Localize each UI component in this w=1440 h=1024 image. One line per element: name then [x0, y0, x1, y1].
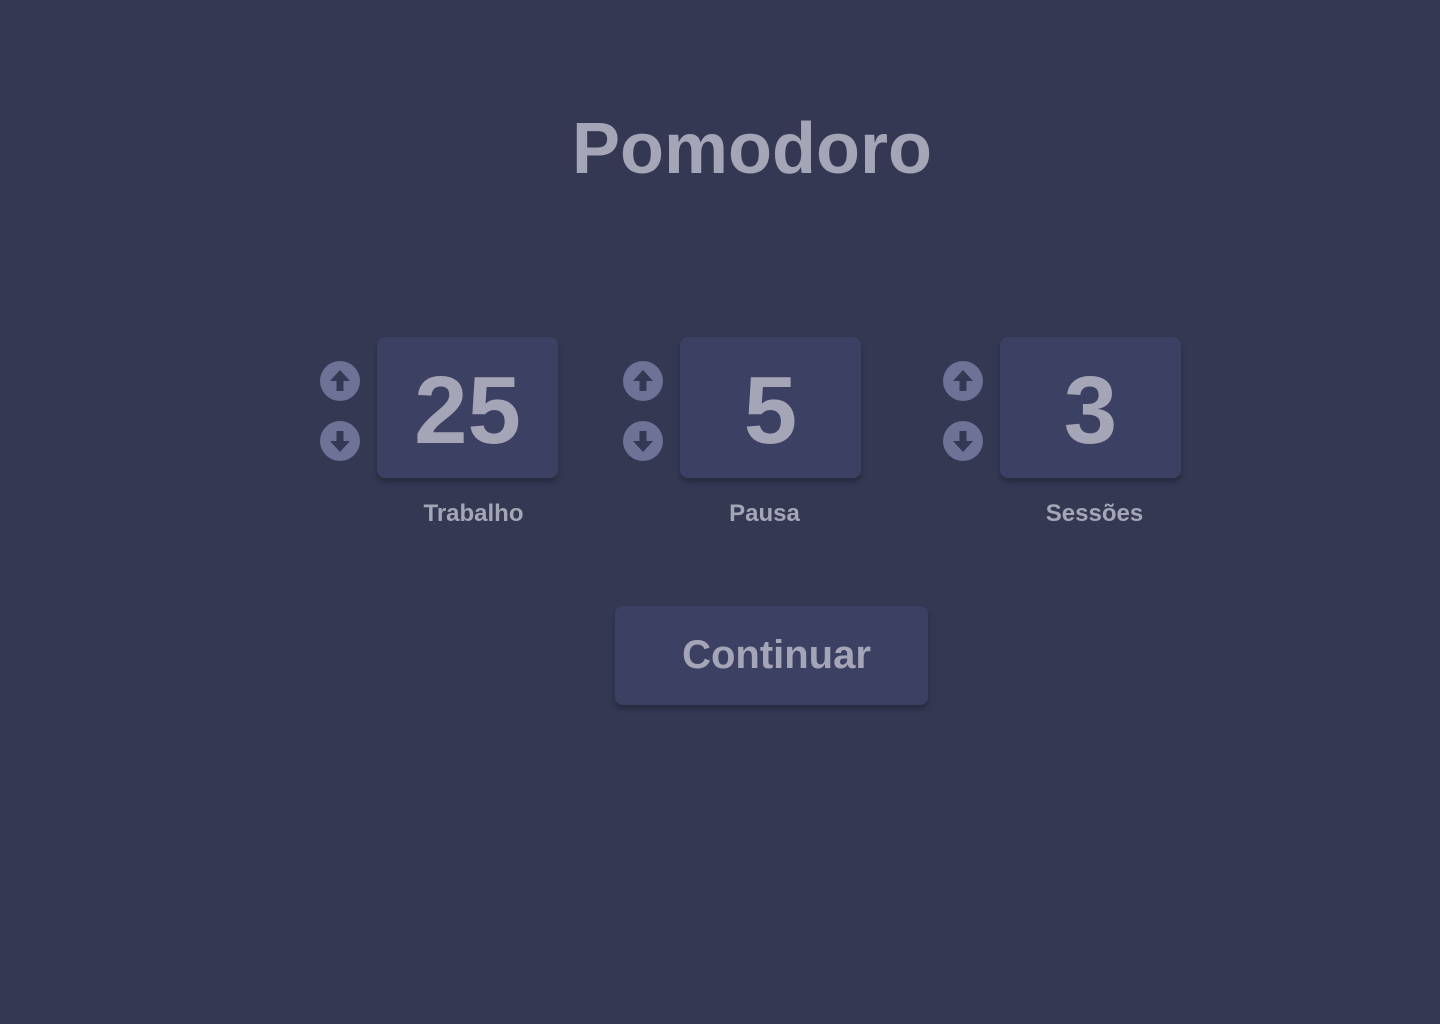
- work-value-box: 25: [377, 337, 558, 478]
- break-label: Pausa: [729, 500, 800, 527]
- sessions-label: Sessões: [1045, 500, 1144, 527]
- work-increment-button[interactable]: [320, 361, 360, 401]
- arrow-up-icon: [633, 370, 653, 391]
- arrow-down-icon: [330, 431, 350, 452]
- setting-work: 25 Trabalho: [320, 337, 582, 537]
- arrow-up-icon: [330, 370, 350, 391]
- sessions-stepper: [943, 361, 983, 481]
- arrow-up-icon: [953, 370, 973, 391]
- sessions-increment-button[interactable]: [943, 361, 983, 401]
- break-stepper: [623, 361, 663, 481]
- break-value-box: 5: [680, 337, 861, 478]
- sessions-value: 3: [1063, 356, 1118, 464]
- arrow-down-icon: [953, 431, 973, 452]
- sessions-value-box: 3: [1000, 337, 1181, 478]
- page-title: Pomodoro: [572, 109, 932, 189]
- arrow-down-icon: [633, 431, 653, 452]
- break-value: 5: [743, 356, 798, 464]
- work-decrement-button[interactable]: [320, 421, 360, 461]
- work-stepper: [320, 361, 360, 481]
- setting-sessions: 3 Sessões: [943, 337, 1205, 537]
- setting-break: 5 Pausa: [623, 337, 885, 537]
- break-increment-button[interactable]: [623, 361, 663, 401]
- work-value: 25: [414, 356, 521, 464]
- break-decrement-button[interactable]: [623, 421, 663, 461]
- work-label: Trabalho: [423, 500, 524, 527]
- continue-button[interactable]: Continuar: [615, 606, 928, 705]
- sessions-decrement-button[interactable]: [943, 421, 983, 461]
